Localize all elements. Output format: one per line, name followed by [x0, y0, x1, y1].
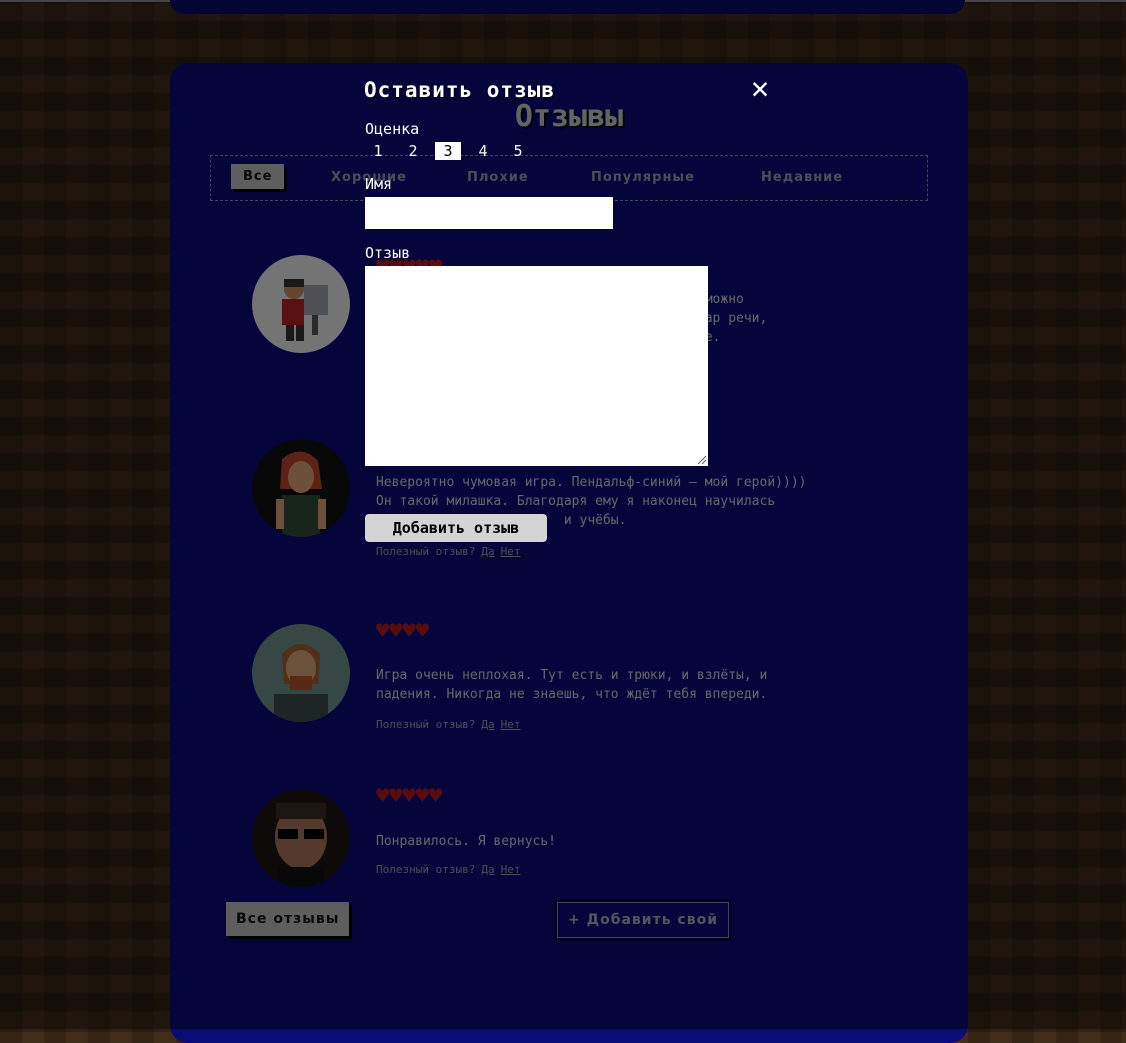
rating-option-5[interactable]: 5 — [505, 142, 531, 160]
modal-title: Оставить отзыв — [364, 78, 556, 102]
rating-option-1[interactable]: 1 — [365, 142, 391, 160]
rating-option-3[interactable]: 3 — [435, 142, 461, 160]
name-label: Имя — [365, 175, 393, 193]
rating-option-4[interactable]: 4 — [470, 142, 496, 160]
review-label: Отзыв — [365, 244, 411, 262]
resize-handle-icon[interactable] — [697, 455, 707, 465]
review-textarea[interactable] — [365, 266, 708, 466]
rating-label: Оценка — [365, 120, 420, 138]
name-field[interactable] — [365, 197, 613, 229]
modal-overlay[interactable] — [0, 0, 1126, 1029]
rating-option-2[interactable]: 2 — [400, 142, 426, 160]
submit-review-button[interactable]: Добавить отзыв — [365, 514, 547, 542]
close-icon[interactable]: ✕ — [751, 74, 769, 104]
